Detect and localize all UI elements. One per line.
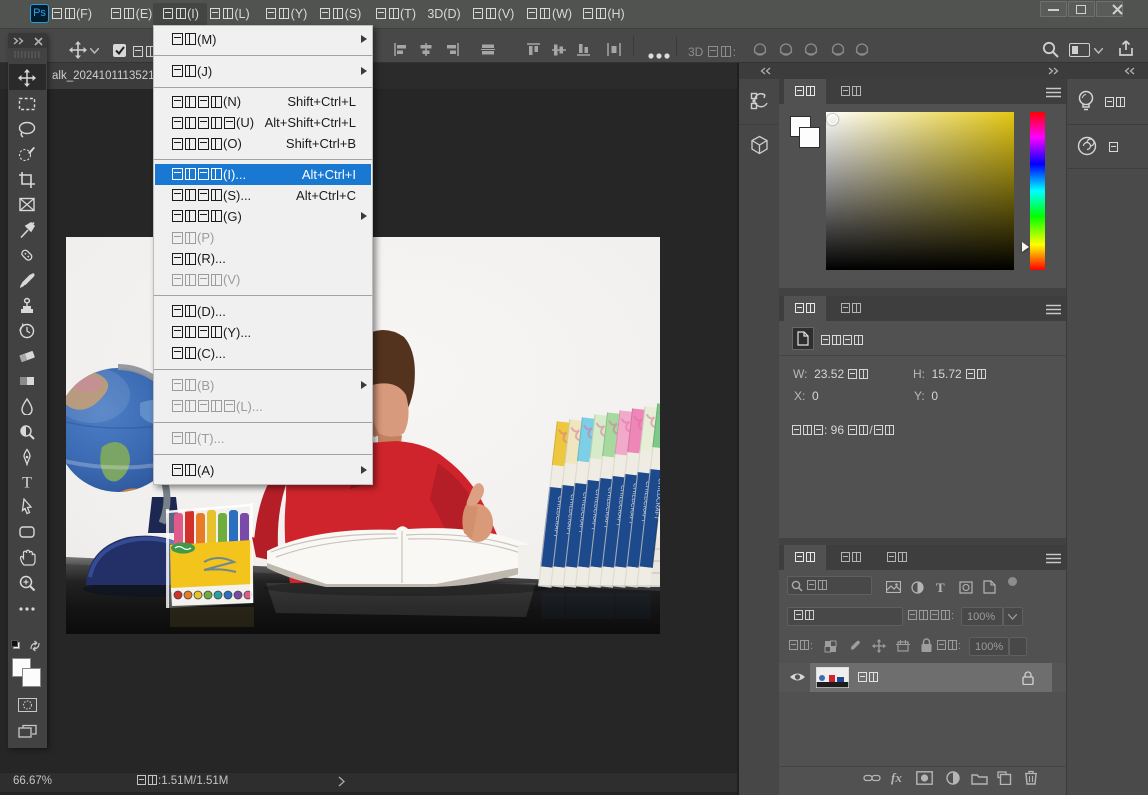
svg-text:T: T (22, 475, 32, 492)
